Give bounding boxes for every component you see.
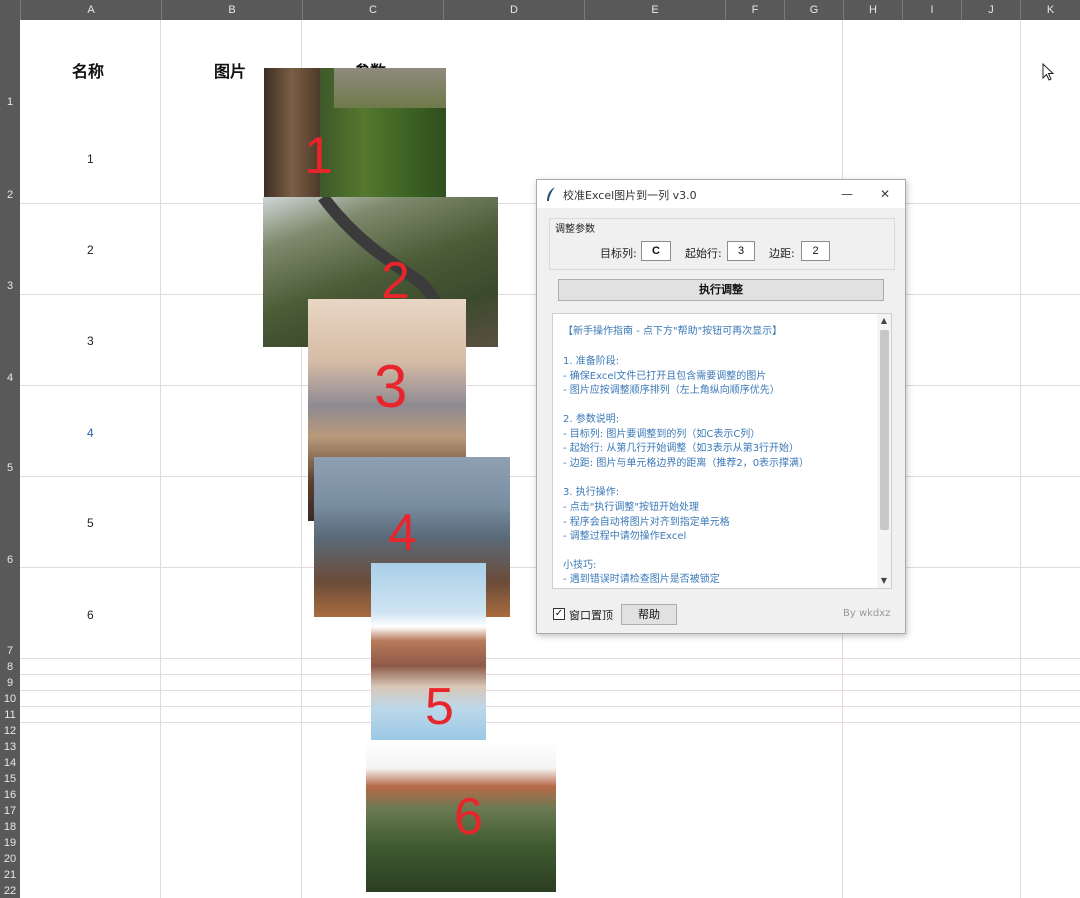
row-header-1[interactable]: 1 (0, 96, 20, 108)
photo-5[interactable]: 5 (371, 563, 486, 740)
guide-line: - 点击"执行调整"按钮开始处理 (563, 502, 699, 513)
name-cell-1[interactable]: 1 (87, 152, 94, 166)
guide-line: 1. 准备阶段: (563, 356, 620, 367)
column-header-h[interactable]: H (843, 0, 902, 20)
dialog-title: 校准Excel图片到一列 v3.0 (563, 189, 697, 202)
guide-line: 3. 执行操作: (563, 487, 620, 498)
row-header-17[interactable]: 17 (0, 805, 20, 817)
row-header-3[interactable]: 3 (0, 280, 20, 292)
header-image: 图片 (214, 62, 247, 81)
gridline (20, 706, 1080, 707)
guide-line: - 调整过程中请勿操作Excel (563, 531, 687, 542)
photo-label-5: 5 (425, 678, 454, 736)
byline-text: By wkdxz (843, 608, 891, 619)
town-shape (334, 68, 446, 108)
guide-line: - 起始行: 从第几行开始调整（如3表示从第3行开始） (563, 443, 800, 454)
target-col-input[interactable]: C (641, 241, 671, 261)
align-images-dialog[interactable]: 校准Excel图片到一列 v3.0 — ✕ 调整参数 目标列: C 起始行: 3… (536, 179, 906, 634)
guide-textarea[interactable]: 【新手操作指南 - 点下方"帮助"按钮可再次显示】 1. 准备阶段: - 确保E… (552, 313, 892, 589)
name-cell-6[interactable]: 6 (87, 608, 94, 622)
row-header-14[interactable]: 14 (0, 757, 20, 769)
photo-label-4: 4 (388, 504, 417, 562)
column-header-a[interactable]: A (20, 0, 161, 20)
column-header-b[interactable]: B (161, 0, 302, 20)
row-header-12[interactable]: 12 (0, 725, 20, 737)
gridline (1020, 20, 1021, 898)
column-header-f[interactable]: F (725, 0, 784, 20)
row-header-4[interactable]: 4 (0, 372, 20, 384)
name-cell-5[interactable]: 5 (87, 516, 94, 530)
row-header-9[interactable]: 9 (0, 677, 20, 689)
guide-line: - 确保Excel文件已打开且包含需要调整的图片 (563, 371, 767, 382)
guide-scrollbar[interactable]: ▲ ▼ (877, 314, 891, 588)
name-cell-3[interactable]: 3 (87, 334, 94, 348)
photo-6[interactable]: 6 (366, 741, 556, 892)
params-group-title: 调整参数 (553, 220, 597, 235)
name-cell-2[interactable]: 2 (87, 243, 94, 257)
row-header-10[interactable]: 10 (0, 693, 20, 705)
photo-1[interactable]: 1 (264, 68, 446, 197)
photo-label-6: 6 (454, 788, 483, 846)
row-header-2[interactable]: 2 (0, 189, 20, 201)
guide-line: 小技巧: (563, 560, 597, 571)
row-header-8[interactable]: 8 (0, 661, 20, 673)
column-header-g[interactable]: G (784, 0, 843, 20)
topmost-label[interactable]: 窗口置顶 (569, 607, 613, 623)
scroll-down-icon[interactable]: ▼ (877, 575, 891, 587)
row-header-6[interactable]: 6 (0, 554, 20, 566)
guide-line: 2. 参数说明: (563, 414, 620, 425)
name-cell-4[interactable]: 4 (87, 426, 94, 440)
row-header-21[interactable]: 21 (0, 869, 20, 881)
gridline (20, 658, 1080, 659)
margin-input[interactable]: 2 (801, 241, 830, 261)
column-header-j[interactable]: J (961, 0, 1020, 20)
minimize-button[interactable]: — (837, 185, 857, 203)
photo-label-1: 1 (304, 127, 333, 185)
row-header-11[interactable]: 11 (0, 709, 20, 721)
column-header-bar: A B C D E F G H I J K (0, 0, 1080, 20)
feather-icon (547, 187, 555, 201)
mouse-cursor-icon (1042, 63, 1055, 81)
guide-line: 【新手操作指南 - 点下方"帮助"按钮可再次显示】 (563, 326, 783, 337)
gridline (160, 20, 161, 898)
help-button[interactable]: 帮助 (621, 604, 677, 625)
guide-line: - 遇到错误时请检查图片是否被锁定 (563, 574, 720, 585)
column-header-d[interactable]: D (443, 0, 584, 20)
column-header-i[interactable]: I (902, 0, 961, 20)
scroll-up-icon[interactable]: ▲ (877, 315, 891, 327)
topmost-checkbox[interactable]: ✓ (553, 608, 565, 620)
guide-line: - 图片应按调整顺序排列（左上角纵向顺序优先） (563, 385, 780, 396)
execute-button[interactable]: 执行调整 (558, 279, 884, 301)
row-header-19[interactable]: 19 (0, 837, 20, 849)
row-header-20[interactable]: 20 (0, 853, 20, 865)
params-group (549, 218, 895, 270)
guide-line: - 目标列: 图片要调整到的列（如C表示C列） (563, 429, 761, 440)
column-header-k[interactable]: K (1020, 0, 1080, 20)
row-header-13[interactable]: 13 (0, 741, 20, 753)
column-header-c[interactable]: C (302, 0, 443, 20)
guide-line: - 程序会自动将图片对齐到指定单元格 (563, 517, 730, 528)
row-header-22[interactable]: 22 (0, 885, 20, 897)
row-header-bar: 1 2 3 4 5 6 7 8 9 10 11 12 13 14 15 16 1… (0, 20, 20, 898)
gridline (20, 690, 1080, 691)
row-header-5[interactable]: 5 (0, 462, 20, 474)
scroll-thumb[interactable] (880, 330, 889, 530)
close-button[interactable]: ✕ (875, 185, 895, 203)
start-row-label: 起始行: (685, 247, 722, 260)
gridline (20, 674, 1080, 675)
row-header-18[interactable]: 18 (0, 821, 20, 833)
row-header-15[interactable]: 15 (0, 773, 20, 785)
margin-label: 边距: (769, 247, 795, 260)
dialog-titlebar[interactable]: 校准Excel图片到一列 v3.0 — ✕ (537, 180, 905, 208)
photo-label-3: 3 (374, 353, 408, 420)
start-row-input[interactable]: 3 (727, 241, 755, 261)
column-header-e[interactable]: E (584, 0, 725, 20)
guide-line: - 边距: 图片与单元格边界的距离（推荐2，0表示撑满） (563, 458, 810, 469)
header-name: 名称 (72, 62, 105, 81)
row-header-16[interactable]: 16 (0, 789, 20, 801)
row-header-7[interactable]: 7 (0, 645, 20, 657)
target-col-label: 目标列: (600, 247, 637, 260)
gridline (20, 722, 1080, 723)
